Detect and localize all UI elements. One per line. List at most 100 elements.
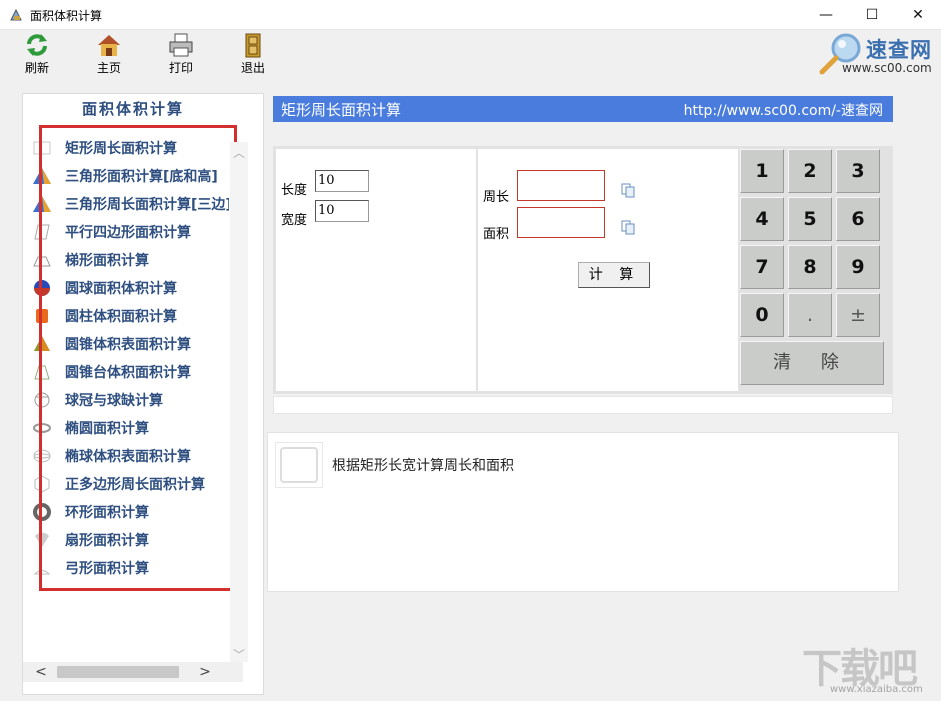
exit-label: 退出: [240, 61, 265, 75]
sidebar-item-sector[interactable]: 扇形面积计算: [29, 526, 229, 554]
key-3[interactable]: 3: [836, 149, 880, 193]
scroll-down-icon[interactable]: ﹀: [230, 646, 248, 662]
clear-button[interactable]: 清 除: [740, 341, 884, 385]
logo-url: www.sc00.com: [842, 61, 932, 75]
calculate-button[interactable]: 计 算: [578, 262, 650, 288]
content-header: 矩形周长面积计算 http://www.sc00.com/-速查网: [273, 96, 893, 122]
sidebar-item-label: 梯形面积计算: [65, 253, 149, 269]
polygon-icon: [31, 474, 53, 494]
shape-preview-icon: [275, 442, 323, 488]
key-1[interactable]: 1: [740, 149, 784, 193]
key-0[interactable]: 0: [740, 293, 784, 337]
sidebar-item-label: 圆球面积体积计算: [65, 281, 177, 297]
sidebar: 面积体积计算 矩形周长面积计算 三角形面积计算[底和高] 三角形周长面积计算[三…: [22, 93, 264, 695]
toolbar: 刷新 主页 打印 退出: [0, 30, 941, 80]
ellipse-icon: [31, 418, 53, 438]
site-url[interactable]: http://www.sc00.com/-速查网: [684, 100, 883, 120]
scroll-right-icon[interactable]: >: [195, 662, 215, 682]
width-input[interactable]: 10: [315, 200, 369, 222]
key-6[interactable]: 6: [836, 197, 880, 241]
door-icon: [245, 33, 261, 58]
length-input[interactable]: 10: [315, 170, 369, 192]
keypad: 1 2 3 4 5 6 7 8 9 0 . ± 清 除: [740, 149, 890, 391]
print-button[interactable]: 打印: [156, 32, 206, 78]
cylinder-icon: [31, 306, 53, 326]
description-panel: 根据矩形长宽计算周长和面积: [267, 432, 899, 592]
sidebar-item-label: 球冠与球缺计算: [65, 393, 163, 409]
key-5[interactable]: 5: [788, 197, 832, 241]
sidebar-item-cylinder[interactable]: 圆柱体积面积计算: [29, 302, 229, 330]
sidebar-item-frustum[interactable]: 圆锥台体积面积计算: [29, 358, 229, 386]
scroll-up-icon[interactable]: ︿: [230, 144, 248, 160]
sidebar-item-sphere[interactable]: 圆球面积体积计算: [29, 274, 229, 302]
exit-button[interactable]: 退出: [228, 32, 278, 78]
sidebar-item-ellipse[interactable]: 椭圆面积计算: [29, 414, 229, 442]
home-button[interactable]: 主页: [84, 32, 134, 78]
logo-name: 速查网: [866, 38, 932, 62]
ring-icon: [31, 502, 53, 522]
minimize-button[interactable]: —: [803, 0, 849, 30]
sidebar-item-parallelogram[interactable]: 平行四边形面积计算: [29, 218, 229, 246]
sidebar-item-triangle-three-sides[interactable]: 三角形周长面积计算[三边]: [29, 190, 229, 218]
brand-logo: 速查网 www.sc00.com: [816, 30, 940, 78]
horizontal-scrollbar[interactable]: < >: [23, 662, 243, 682]
home-icon: [98, 35, 120, 56]
sidebar-item-label: 环形面积计算: [65, 505, 149, 521]
calculator-frame: 长度 10 宽度 10 周长 面积 计 算 1 2 3 4 5 6 7 8 9 …: [273, 146, 893, 394]
triangle-icon: [31, 166, 53, 186]
refresh-icon: [27, 34, 47, 56]
area-output[interactable]: [517, 207, 605, 238]
copy-icon[interactable]: [620, 219, 636, 235]
page-title: 矩形周长面积计算: [281, 101, 402, 119]
sidebar-item-label: 圆柱体积面积计算: [65, 309, 177, 325]
sidebar-item-ring[interactable]: 环形面积计算: [29, 498, 229, 526]
sidebar-item-label: 椭球体积表面积计算: [65, 449, 191, 465]
maximize-button[interactable]: ☐: [849, 0, 895, 30]
sidebar-item-rectangle[interactable]: 矩形周长面积计算: [29, 134, 229, 162]
input-panel: 长度 10 宽度 10: [276, 149, 476, 391]
sidebar-item-triangle-base-height[interactable]: 三角形面积计算[底和高]: [29, 162, 229, 190]
rectangle-preview: [280, 447, 318, 483]
trapezoid-icon: [31, 250, 53, 270]
sidebar-item-trapezoid[interactable]: 梯形面积计算: [29, 246, 229, 274]
refresh-label: 刷新: [24, 61, 49, 75]
sidebar-item-segment[interactable]: 弓形面积计算: [29, 554, 229, 582]
scroll-left-icon[interactable]: <: [31, 662, 51, 682]
sidebar-item-label: 平行四边形面积计算: [65, 225, 191, 241]
vertical-scrollbar[interactable]: ︿ ﹀: [230, 142, 248, 662]
segment-icon: [31, 558, 53, 578]
key-decimal[interactable]: .: [788, 293, 832, 337]
ellipsoid-icon: [31, 446, 53, 466]
sector-icon: [31, 530, 53, 550]
copy-icon[interactable]: [620, 182, 636, 198]
sidebar-item-label: 正多边形周长面积计算: [65, 477, 205, 493]
area-label: 面积: [483, 227, 510, 242]
refresh-button[interactable]: 刷新: [12, 32, 62, 78]
key-8[interactable]: 8: [788, 245, 832, 289]
watermark: 下载吧 www.xiazaiba.com: [800, 636, 940, 698]
perimeter-label: 周长: [483, 190, 510, 205]
key-7[interactable]: 7: [740, 245, 784, 289]
sidebar-item-spherical-cap[interactable]: 球冠与球缺计算: [29, 386, 229, 414]
key-4[interactable]: 4: [740, 197, 784, 241]
sphere-icon: [31, 278, 53, 298]
key-9[interactable]: 9: [836, 245, 880, 289]
sidebar-item-polygon[interactable]: 正多边形周长面积计算: [29, 470, 229, 498]
width-label: 宽度: [281, 213, 308, 228]
perimeter-output[interactable]: [517, 170, 605, 201]
shape-list: 矩形周长面积计算 三角形面积计算[底和高] 三角形周长面积计算[三边] 平行四边…: [29, 134, 229, 582]
sidebar-item-ellipsoid[interactable]: 椭球体积表面积计算: [29, 442, 229, 470]
key-sign[interactable]: ±: [836, 293, 880, 337]
app-icon: [10, 8, 22, 21]
sidebar-item-label: 矩形周长面积计算: [65, 141, 177, 157]
close-button[interactable]: ✕: [895, 0, 941, 30]
scroll-thumb[interactable]: [57, 666, 179, 678]
key-2[interactable]: 2: [788, 149, 832, 193]
sidebar-item-cone[interactable]: 圆锥体积表面积计算: [29, 330, 229, 358]
sidebar-item-label: 三角形周长面积计算[三边]: [65, 197, 229, 213]
parallelogram-icon: [31, 222, 53, 242]
printer-icon: [169, 33, 193, 57]
sidebar-item-label: 三角形面积计算[底和高]: [65, 169, 218, 185]
window-title: 面积体积计算: [30, 9, 103, 23]
cone-icon: [31, 334, 53, 354]
